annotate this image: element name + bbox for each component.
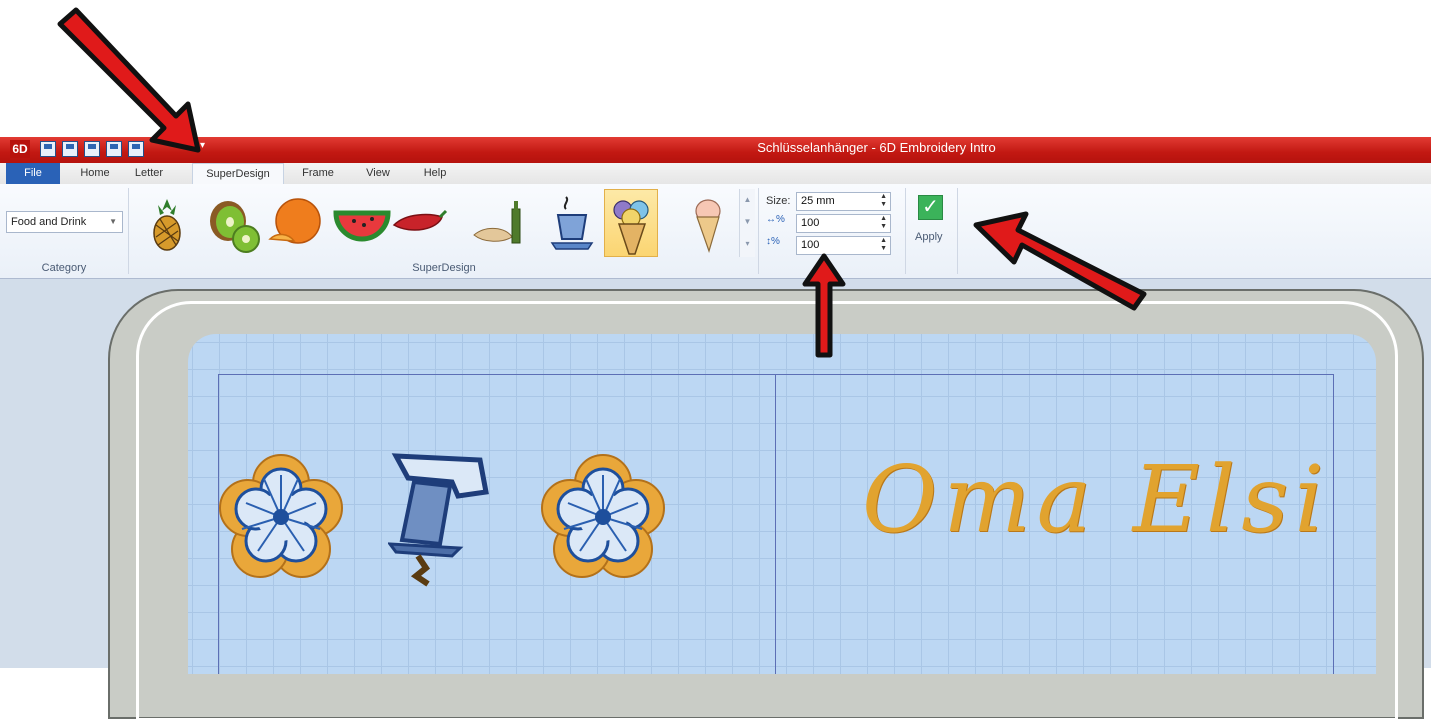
arrow-top-left-icon [57, 7, 201, 153]
annotation-arrows [57, 7, 1147, 358]
arrow-apply-icon [973, 211, 1147, 311]
arrow-up-center-icon [802, 253, 846, 358]
